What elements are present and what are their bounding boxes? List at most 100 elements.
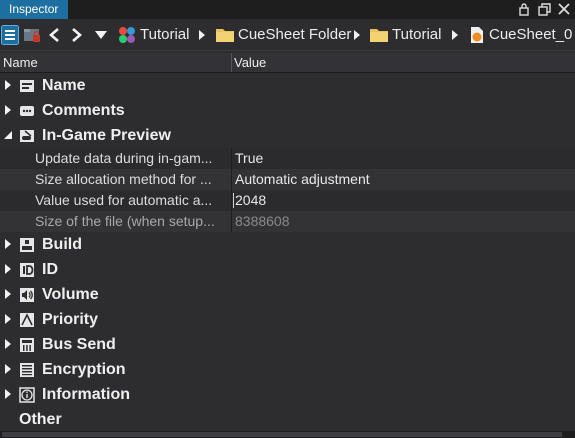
category-label: Encryption	[42, 361, 126, 378]
expand-arrow-icon[interactable]	[3, 288, 13, 300]
cuesheet-icon	[471, 26, 483, 43]
expand-arrow-icon[interactable]	[3, 238, 13, 250]
collapse-arrow-icon[interactable]	[3, 129, 13, 141]
build-icon	[20, 238, 34, 252]
ingame-preview-icon	[20, 130, 34, 142]
column-divider[interactable]	[231, 53, 232, 72]
breadcrumb-label: CueSheet_0	[489, 26, 573, 43]
scrollbar-thumb[interactable]	[2, 432, 562, 437]
close-icon[interactable]	[557, 1, 571, 17]
category-build[interactable]: Build	[0, 232, 575, 257]
priority-icon	[20, 313, 34, 327]
property-row[interactable]: Size of the file (when setup... 8388608	[0, 211, 575, 232]
property-row[interactable]: Size allocation method for ... Automatic…	[0, 169, 575, 190]
breadcrumb-label: CueSheet Folder	[238, 26, 352, 43]
property-row[interactable]: Value used for automatic a... 2048	[0, 190, 575, 211]
property-grid: Name Comments In-Game Preview Update dat…	[0, 73, 575, 431]
category-other[interactable]: Other	[0, 407, 575, 432]
folder-icon	[370, 28, 388, 42]
category-label: Build	[42, 236, 82, 253]
expand-arrow-icon[interactable]	[3, 388, 13, 400]
encryption-icon	[20, 363, 34, 377]
category-label: Comments	[42, 102, 125, 119]
window-title[interactable]: Inspector	[0, 0, 69, 19]
category-id[interactable]: ID	[0, 257, 575, 282]
caret-down-icon	[95, 30, 107, 39]
list-icon	[1, 24, 19, 45]
window-controls	[517, 1, 571, 17]
category-label: In-Game Preview	[42, 127, 171, 144]
property-value[interactable]: True	[235, 148, 263, 169]
back-button[interactable]	[48, 19, 60, 50]
breadcrumb-item[interactable]: Tutorial	[369, 19, 441, 50]
folder-icon	[216, 28, 234, 42]
category-volume[interactable]: Volume	[0, 282, 575, 307]
caret-right-icon	[354, 29, 360, 40]
category-label: Volume	[42, 286, 99, 303]
column-divider	[231, 169, 232, 190]
category-label: Name	[42, 77, 86, 94]
expand-arrow-icon[interactable]	[3, 313, 13, 325]
category-priority[interactable]: Priority	[0, 307, 575, 332]
list-view-button[interactable]	[1, 19, 19, 50]
text-cursor	[233, 193, 234, 208]
category-encryption[interactable]: Encryption	[0, 357, 575, 382]
name-icon	[20, 80, 34, 92]
forward-button[interactable]	[71, 19, 83, 50]
horizontal-scrollbar[interactable]	[0, 431, 575, 438]
chevron-right-icon	[72, 27, 82, 42]
title-bar: Inspector	[0, 0, 575, 19]
restore-icon[interactable]	[537, 1, 551, 17]
expand-arrow-icon[interactable]	[3, 363, 13, 375]
project-icon	[119, 26, 135, 43]
category-label: Bus Send	[42, 336, 116, 353]
category-information[interactable]: Information	[0, 382, 575, 407]
property-value: 8388608	[235, 213, 290, 229]
comments-icon	[20, 106, 34, 116]
value-column-header[interactable]: Value	[234, 53, 266, 72]
locked-folder-icon	[24, 28, 40, 42]
breadcrumb-label: Tutorial	[392, 26, 442, 43]
expand-arrow-icon[interactable]	[3, 338, 13, 350]
locked-view-button[interactable]	[22, 19, 42, 50]
property-name: Size of the file (when setup...	[35, 213, 215, 229]
category-label: ID	[42, 261, 58, 278]
property-value-input[interactable]: 2048	[235, 190, 266, 211]
property-name: Value used for automatic a...	[35, 192, 213, 208]
breadcrumb-separator[interactable]	[451, 19, 459, 50]
bus-send-icon	[20, 338, 34, 352]
property-value[interactable]: Automatic adjustment	[235, 169, 370, 190]
category-name[interactable]: Name	[0, 73, 575, 98]
history-dropdown[interactable]	[95, 19, 107, 50]
property-name: Update data during in-gam...	[35, 150, 213, 166]
column-divider	[231, 211, 232, 232]
breadcrumb-item[interactable]: CueSheet Folder	[215, 19, 351, 50]
expand-arrow-icon[interactable]	[3, 263, 13, 275]
information-icon	[19, 387, 35, 403]
breadcrumb-separator[interactable]	[198, 19, 206, 50]
chevron-left-icon	[49, 27, 59, 42]
breadcrumb-separator[interactable]	[353, 19, 361, 50]
property-row[interactable]: Update data during in-gam... True	[0, 148, 575, 169]
property-name: Size allocation method for ...	[35, 171, 212, 187]
category-label: Other	[19, 411, 62, 428]
id-icon	[20, 263, 34, 277]
caret-right-icon	[199, 29, 205, 40]
column-divider	[231, 190, 232, 211]
category-comments[interactable]: Comments	[0, 98, 575, 123]
category-bus-send[interactable]: Bus Send	[0, 332, 575, 357]
breadcrumb-item[interactable]: CueSheet_0	[469, 19, 572, 50]
caret-right-icon	[452, 29, 458, 40]
expand-arrow-icon[interactable]	[3, 104, 13, 116]
expand-arrow-icon[interactable]	[3, 79, 13, 91]
category-label: Information	[42, 386, 130, 403]
breadcrumb-label: Tutorial	[140, 26, 190, 43]
toolbar: Tutorial CueSheet Folder Tutorial CueShe…	[0, 19, 575, 51]
volume-icon	[20, 288, 34, 302]
column-divider	[231, 148, 232, 169]
breadcrumb-item[interactable]: Tutorial	[117, 19, 189, 50]
pin-icon[interactable]	[517, 1, 531, 17]
category-in-game-preview[interactable]: In-Game Preview	[0, 123, 575, 148]
column-header: Name Value	[0, 53, 575, 73]
name-column-header[interactable]: Name	[3, 53, 38, 72]
